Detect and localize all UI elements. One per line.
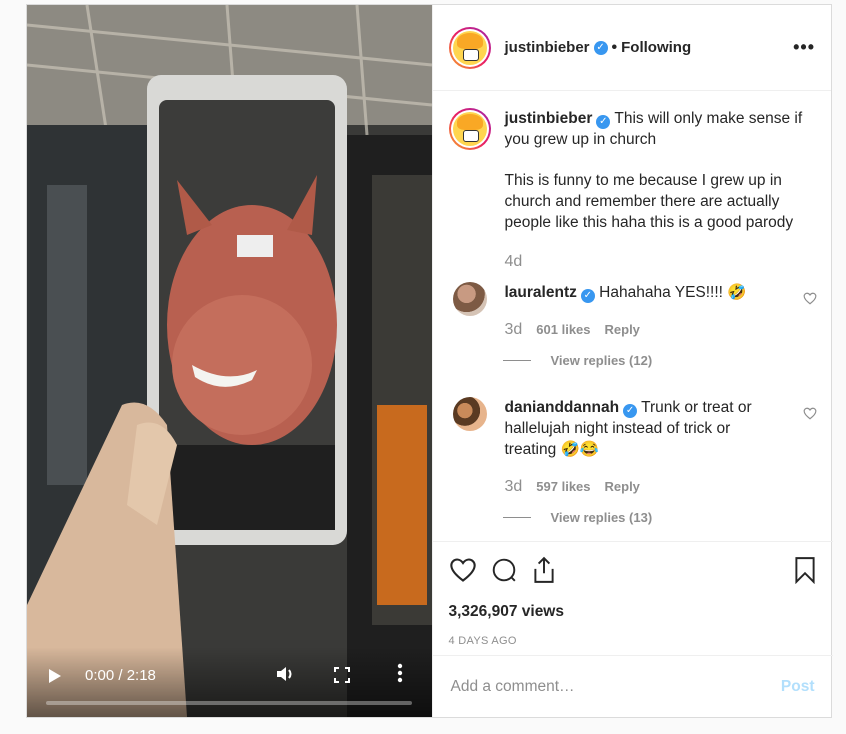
comment-likes[interactable]: 597 likes xyxy=(536,476,590,497)
view-replies-button[interactable]: View replies (13) xyxy=(502,507,775,528)
caption: justinbieber ✓ This will only make sense … xyxy=(448,108,817,272)
video-time: 0:00 / 2:18 xyxy=(85,667,156,684)
header-username[interactable]: justinbieber xyxy=(505,39,590,56)
post-header: justinbieber ✓ • Following ••• xyxy=(432,5,831,91)
avatar[interactable] xyxy=(448,26,491,69)
avatar[interactable] xyxy=(452,397,487,431)
caption-body: This is funny to me because I grew up in… xyxy=(504,172,794,231)
like-heart-icon[interactable] xyxy=(449,557,477,588)
post-actions: 3,326,907 views 4 DAYS AGO xyxy=(432,541,833,655)
like-comment-icon[interactable] xyxy=(803,292,817,310)
view-replies-label: View replies (12) xyxy=(550,353,653,368)
comment-username[interactable]: danianddannah xyxy=(505,399,620,416)
post-sidebar: justinbieber ✓ • Following ••• justinbie… xyxy=(431,5,833,717)
comment-item: lauralentz ✓ Hahahaha YES!!!! 🤣 3d 601 li… xyxy=(449,282,817,371)
verified-icon: ✓ xyxy=(623,404,638,418)
comment-item: danianddannah ✓ Trunk or treat or hallelu… xyxy=(449,397,817,528)
play-icon[interactable] xyxy=(49,669,61,683)
progress-bar[interactable] xyxy=(46,701,412,705)
comments-list[interactable]: justinbieber ✓ This will only make sense … xyxy=(433,92,833,540)
post-card: 0:00 / 2:18 justinbieber ✓ • Following •… xyxy=(26,4,833,718)
caption-username[interactable]: justinbieber xyxy=(505,110,593,127)
reply-button[interactable]: Reply xyxy=(605,319,640,340)
drew-mushroom-logo-small xyxy=(452,112,487,146)
view-count[interactable]: 3,326,907 views xyxy=(449,603,817,621)
divider xyxy=(502,360,531,361)
post-time[interactable]: 4 DAYS AGO xyxy=(449,635,817,647)
avatar[interactable] xyxy=(452,282,487,316)
verified-icon: ✓ xyxy=(593,40,608,55)
caption-age: 4d xyxy=(504,253,523,270)
comment-likes[interactable]: 601 likes xyxy=(536,319,590,340)
view-replies-label: View replies (13) xyxy=(550,510,653,525)
share-icon[interactable] xyxy=(531,556,557,589)
add-comment-bar: Add a comment… Post xyxy=(432,655,833,717)
video-frame xyxy=(27,5,432,717)
reply-button[interactable]: Reply xyxy=(605,476,640,497)
drew-mushroom-logo xyxy=(452,30,487,65)
verified-icon: ✓ xyxy=(580,289,595,303)
volume-icon[interactable] xyxy=(275,665,295,686)
divider xyxy=(502,517,531,518)
comment-bubble-icon[interactable] xyxy=(491,557,517,588)
comment-text: Hahahaha YES!!!! 🤣 xyxy=(599,284,747,301)
post-button[interactable]: Post xyxy=(781,678,815,696)
following-button[interactable]: Following xyxy=(621,39,691,56)
like-comment-icon[interactable] xyxy=(803,407,817,425)
fullscreen-icon[interactable] xyxy=(334,667,350,686)
comment-age: 3d xyxy=(504,478,523,495)
header-separator: • xyxy=(611,38,618,56)
comment-username[interactable]: lauralentz xyxy=(505,284,577,301)
caption-avatar[interactable] xyxy=(448,108,491,150)
view-replies-button[interactable]: View replies (12) xyxy=(502,350,775,371)
video-controls: 0:00 / 2:18 xyxy=(27,647,432,717)
bookmark-icon[interactable] xyxy=(793,556,817,589)
video-player[interactable]: 0:00 / 2:18 xyxy=(27,5,432,717)
comment-age: 3d xyxy=(504,321,523,338)
more-vertical-icon[interactable] xyxy=(397,663,403,686)
verified-icon: ✓ xyxy=(596,115,611,129)
add-comment-input[interactable]: Add a comment… xyxy=(451,678,575,696)
more-options-icon[interactable]: ••• xyxy=(793,37,815,58)
